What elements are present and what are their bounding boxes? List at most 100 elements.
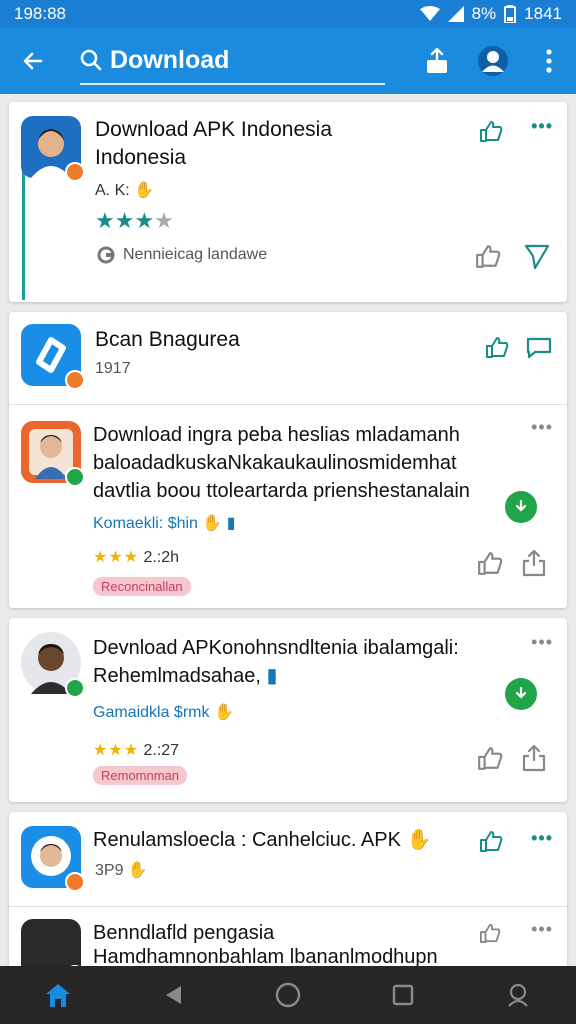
like-outline-icon <box>478 747 503 770</box>
app-icon <box>21 324 85 390</box>
download-button[interactable] <box>505 678 537 710</box>
profile-button[interactable] <box>476 44 510 78</box>
nav-circle-button[interactable] <box>263 970 313 1020</box>
like-icon <box>480 831 503 852</box>
item-meta: 3P9 ✋ <box>95 862 148 879</box>
share-button[interactable] <box>420 44 454 78</box>
like-outline-icon <box>479 923 501 943</box>
nav-assistant-button[interactable] <box>493 970 543 1020</box>
more-horizontal-icon[interactable]: ••• <box>531 919 553 940</box>
share-icon <box>427 47 447 73</box>
like-icon <box>486 337 509 358</box>
app-icon <box>21 919 85 972</box>
nav-home-button[interactable] <box>33 970 83 1020</box>
more-horizontal-icon[interactable]: ••• <box>531 632 553 653</box>
result-card-1: Download APK Indonesia Indonesia A. K: ✋ … <box>9 102 567 302</box>
item-title: Download ingra peba heslias mladamanh bal… <box>93 424 470 502</box>
item-title: Renulamsloecla : Canhelciuc. APK ✋ <box>93 829 432 851</box>
more-horizontal-icon[interactable]: ••• <box>531 828 553 849</box>
list-item[interactable]: Benndlafld pengasia Hamdhamnonbahlam lban… <box>9 906 567 972</box>
result-card-2: Bcan Bnagurea 1917 Download ingra peba h… <box>9 312 567 608</box>
share-button[interactable] <box>521 549 547 582</box>
send-icon <box>524 244 550 270</box>
list-item[interactable]: Download APK Indonesia Indonesia A. K: ✋ … <box>9 102 567 302</box>
system-nav-bar <box>0 966 576 1024</box>
rating: ★★★ 2.:27 <box>93 742 180 759</box>
nav-recents-button[interactable] <box>378 970 428 1020</box>
item-title: Benndlafld pengasia Hamdhamnonbahlam lban… <box>93 922 438 968</box>
badge-icon <box>65 678 85 698</box>
badge-icon <box>65 370 85 390</box>
app-icon <box>21 116 85 182</box>
chat-button[interactable] <box>525 336 553 365</box>
like-button[interactable] <box>479 923 501 948</box>
like-outline-icon <box>478 552 503 575</box>
item-meta: Komaekli: $hin ✋ ▮ <box>93 515 236 532</box>
battery-percent: 8% <box>471 4 497 23</box>
item-title: Download APK Indonesia Indonesia <box>95 118 332 169</box>
like-button[interactable] <box>485 336 509 363</box>
overflow-menu-button[interactable] <box>532 44 566 78</box>
like-button[interactable] <box>479 120 503 147</box>
send-button[interactable] <box>523 242 551 275</box>
nav-back-button[interactable] <box>148 970 198 1020</box>
like-button-secondary[interactable] <box>475 244 501 273</box>
search-input[interactable]: Download <box>80 37 385 85</box>
badge-icon <box>65 162 85 182</box>
list-item[interactable]: Download ingra peba heslias mladamanh bal… <box>9 404 567 608</box>
square-recents-icon <box>392 984 414 1006</box>
more-vert-icon <box>546 49 552 73</box>
profile-icon <box>478 46 508 76</box>
app-icon <box>21 421 85 487</box>
tag-badge: Reconcinallan <box>93 577 191 596</box>
back-triangle-icon <box>165 986 181 1004</box>
back-button[interactable] <box>0 28 66 94</box>
item-title: Devnload APKonohnsndltenia ibalamgali: Re… <box>93 637 459 687</box>
more-horizontal-icon[interactable]: ••• <box>531 417 553 438</box>
chat-icon <box>526 337 552 359</box>
back-arrow-icon <box>23 52 43 70</box>
item-meta: 1917 <box>95 360 131 377</box>
badge-icon <box>65 872 85 892</box>
app-icon <box>21 826 85 892</box>
circle-home-icon <box>275 982 301 1008</box>
search-icon <box>80 49 102 71</box>
signal-icon <box>447 6 464 22</box>
like-button[interactable] <box>477 551 503 580</box>
rating: ★★★★ <box>95 208 174 233</box>
search-text: Download <box>110 45 230 74</box>
item-title: Bcan Bnagurea <box>95 328 240 351</box>
download-icon <box>515 687 527 699</box>
download-button[interactable] <box>505 491 537 523</box>
more-horizontal-icon[interactable]: ••• <box>531 116 553 137</box>
like-button[interactable] <box>477 746 503 775</box>
result-card-3: Devnload APKonohnsndltenia ibalamgali: Re… <box>9 618 567 802</box>
assistant-icon <box>508 983 529 1007</box>
app-bar-actions <box>420 28 566 94</box>
app-icon <box>21 632 85 698</box>
like-outline-icon <box>476 245 501 268</box>
home-icon <box>45 984 70 1007</box>
result-card-4: Renulamsloecla : Canhelciuc. APK ✋ 3P9 ✋… <box>9 812 567 972</box>
like-button[interactable] <box>479 830 503 857</box>
list-item[interactable]: Renulamsloecla : Canhelciuc. APK ✋ 3P9 ✋… <box>9 812 567 906</box>
status-clock: 1841 <box>524 4 562 23</box>
share-button[interactable] <box>521 744 547 777</box>
tag-badge: Remomnman <box>93 766 188 785</box>
item-subtitle: Nennieicag landawe <box>97 246 267 264</box>
list-item[interactable]: Devnload APKonohnsndltenia ibalamgali: Re… <box>9 618 567 802</box>
share-outline-icon <box>522 744 546 772</box>
battery-icon <box>504 5 517 23</box>
item-meta: Gamaidkla $rmk ✋ <box>93 704 234 721</box>
like-icon <box>480 121 503 142</box>
google-icon <box>97 246 115 264</box>
item-meta: A. K: ✋ <box>95 182 155 199</box>
rating: ★★★ 2.:2h <box>93 549 180 566</box>
status-bar: 198:88 8% 1841 <box>0 0 576 28</box>
app-bar: Download <box>0 28 576 94</box>
share-outline-icon <box>522 549 546 577</box>
status-icons: 8% 1841 <box>419 4 562 24</box>
status-time: 198:88 <box>14 4 66 23</box>
list-item[interactable]: Bcan Bnagurea 1917 <box>9 312 567 404</box>
badge-icon <box>65 467 85 487</box>
